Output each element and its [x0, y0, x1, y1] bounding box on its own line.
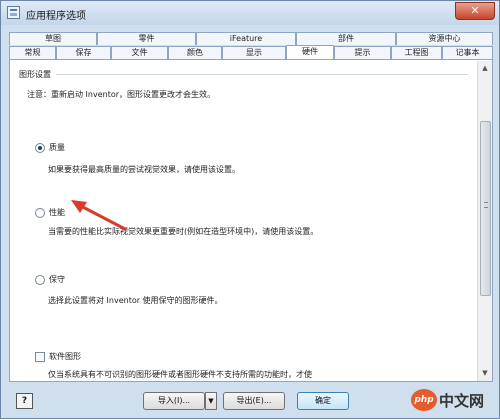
- watermark-logo: php 中文网: [411, 385, 499, 419]
- php-logo: php: [411, 389, 437, 411]
- help-button[interactable]: ?: [16, 393, 33, 409]
- watermark-text: 中文网: [439, 392, 485, 410]
- export-button[interactable]: 导出(E)...: [223, 392, 285, 410]
- import-button[interactable]: 导入(I)...: [143, 392, 205, 410]
- annotation-arrow-icon: [71, 200, 127, 231]
- application-options-dialog: 应用程序选项 ✕ 草图 零件 iFeature 部件 资源中心 常规 保存 文件…: [0, 0, 500, 419]
- ok-button[interactable]: 确定: [297, 392, 349, 410]
- import-dropdown-icon[interactable]: ▼: [205, 392, 217, 410]
